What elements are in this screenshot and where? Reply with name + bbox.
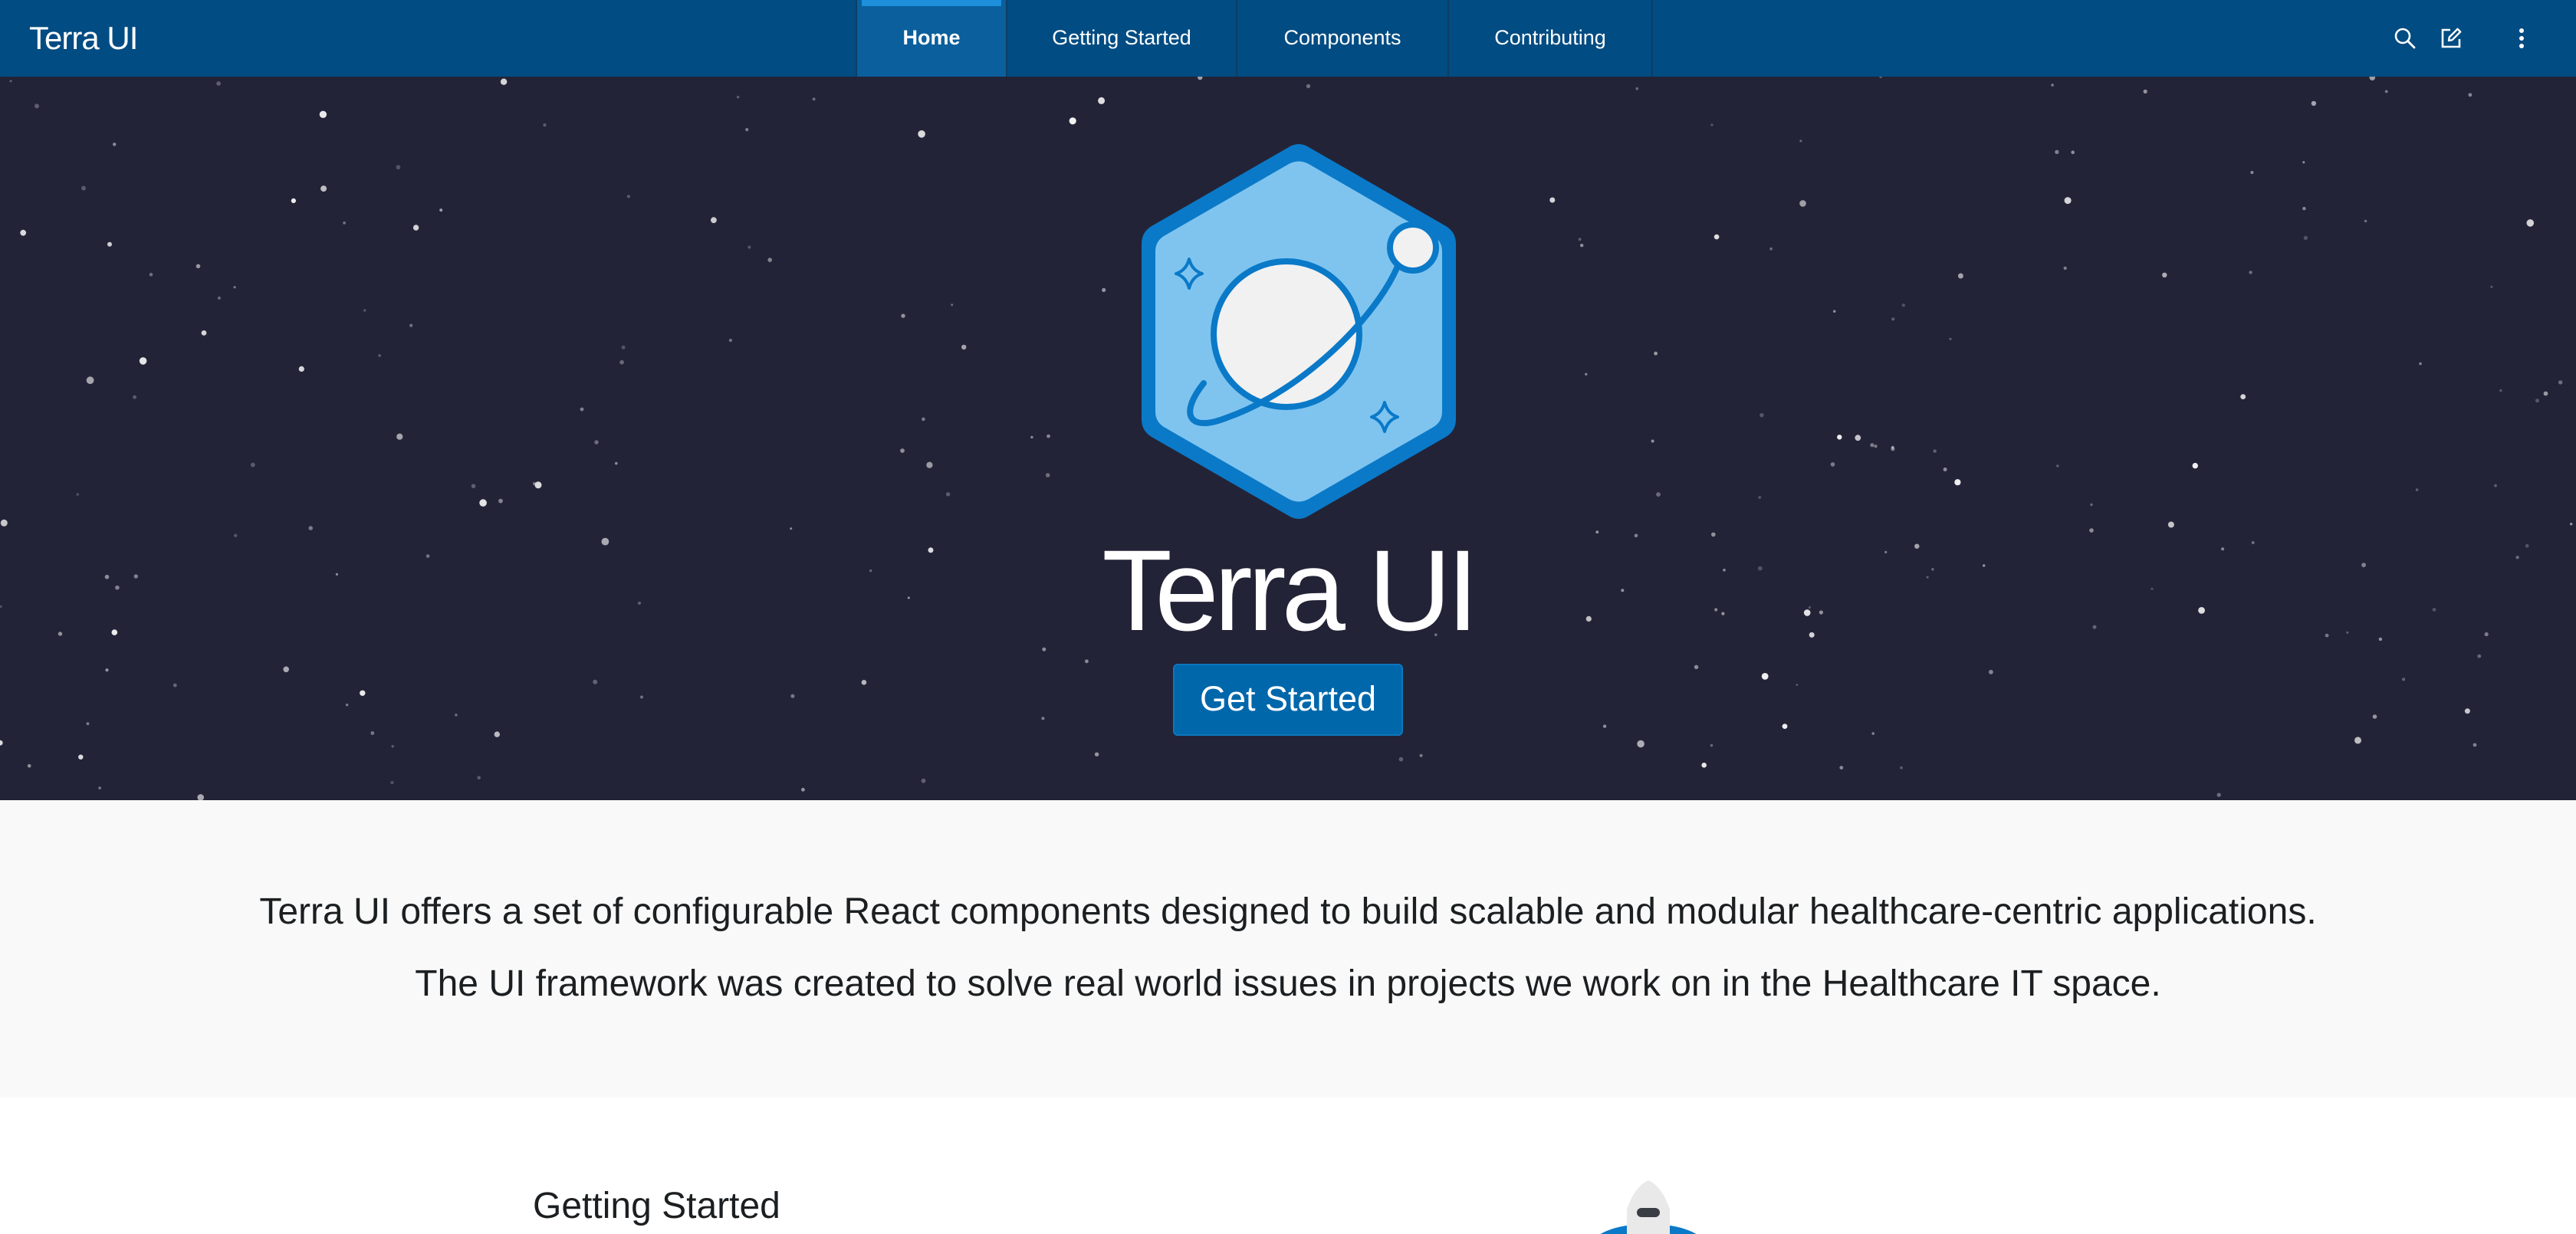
search-icon (2394, 28, 2416, 49)
brand-title[interactable]: Terra UI (29, 0, 138, 77)
intro-text-line-2: The UI framework was created to solve re… (415, 963, 2161, 1004)
feature-title: Getting Started (533, 1186, 780, 1226)
tab-home[interactable]: Home (856, 0, 1006, 77)
hero-banner: Terra UI Get Started (0, 77, 2576, 800)
hero-title: Terra UI (1102, 526, 1478, 655)
tab-getting-started[interactable]: Getting Started (1006, 0, 1236, 77)
rocket-icon (1600, 1180, 1697, 1234)
tab-components[interactable]: Components (1236, 0, 1447, 77)
more-vertical-icon (2519, 28, 2524, 48)
more-menu-button[interactable] (2503, 20, 2540, 57)
get-started-button[interactable]: Get Started (1173, 664, 1403, 736)
planet-hexagon-icon (1142, 144, 1456, 519)
edit-button[interactable] (2433, 20, 2469, 57)
tab-contributing[interactable]: Contributing (1447, 0, 1653, 77)
intro-section: Terra UI offers a set of configurable Re… (0, 800, 2576, 1098)
feature-section: Getting Started (0, 1098, 2576, 1234)
edit-icon (2441, 28, 2462, 48)
intro-text-line-1: Terra UI offers a set of configurable Re… (259, 891, 2317, 932)
primary-nav: Home Getting Started Components Contribu… (856, 0, 1653, 77)
app-header: Terra UI Home Getting Started Components… (0, 0, 2576, 77)
search-button[interactable] (2387, 20, 2423, 57)
